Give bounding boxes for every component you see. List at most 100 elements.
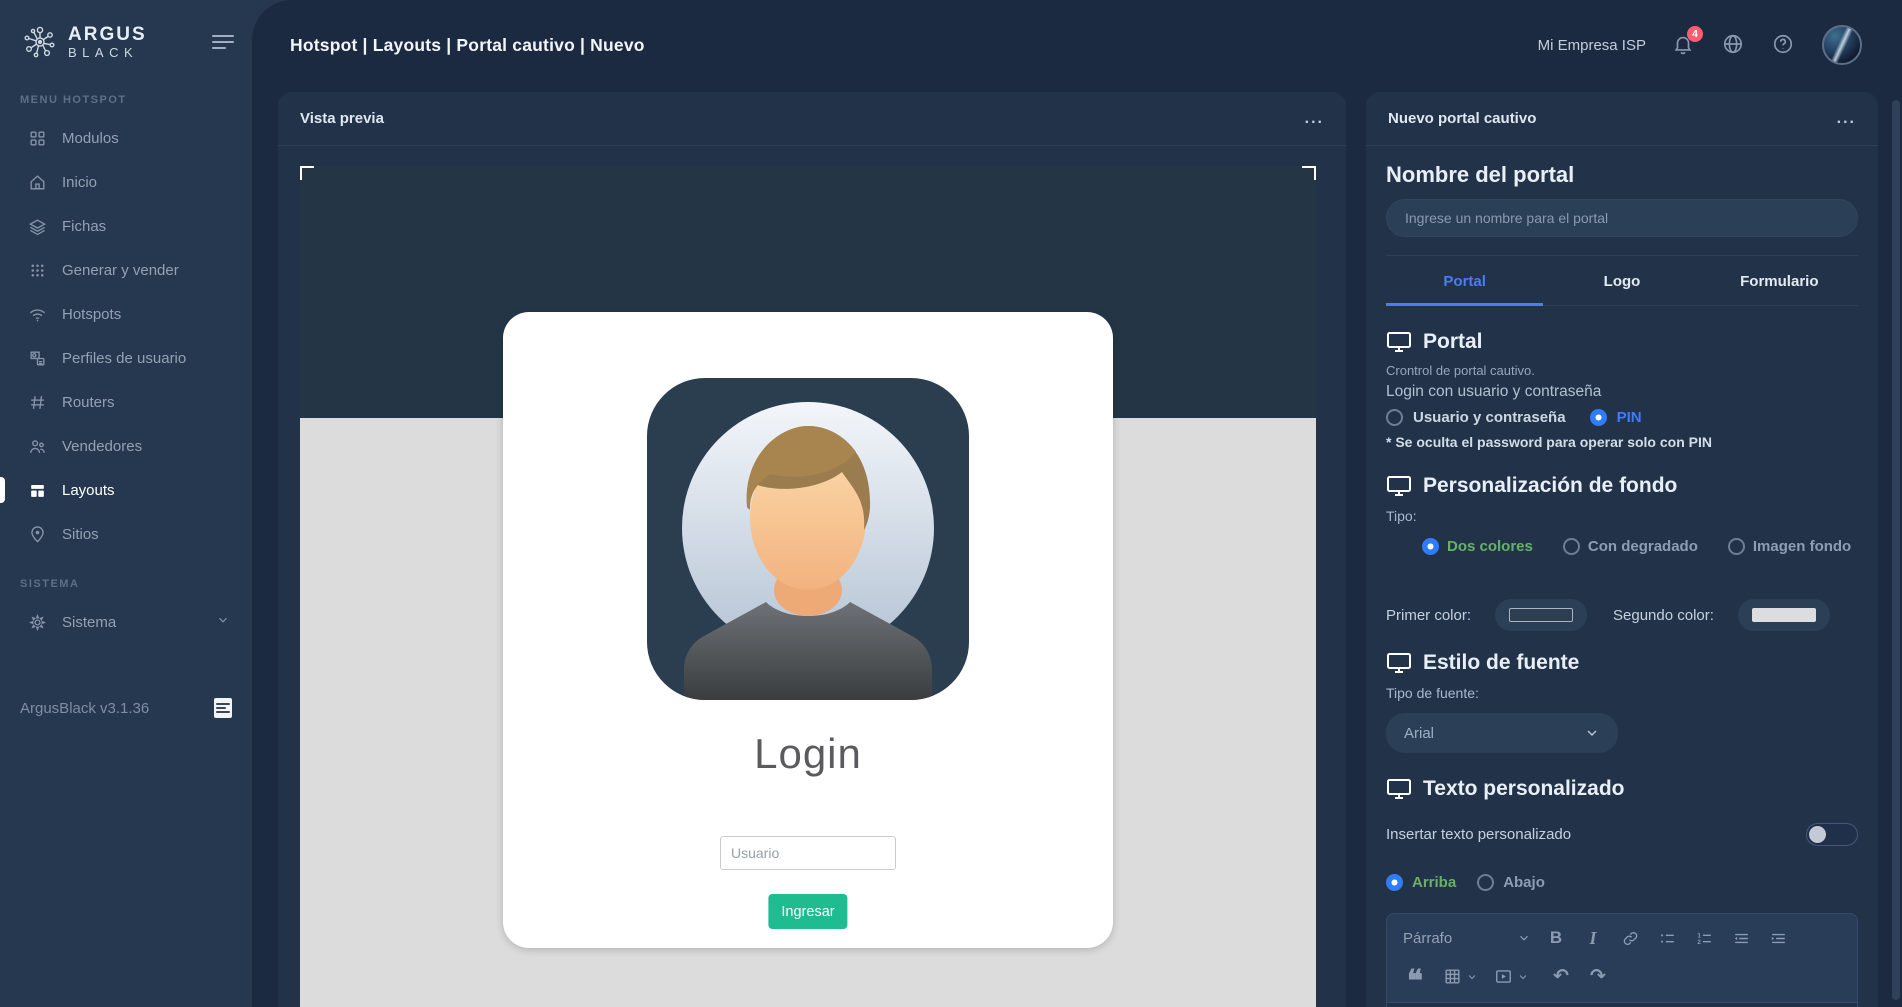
radio-con-degradado-label[interactable]: Con degradado [1588, 538, 1698, 555]
scrollbar[interactable] [1892, 100, 1900, 1000]
login-submit-button[interactable]: Ingresar [768, 894, 847, 929]
sidebar-item-vendedores[interactable]: Vendedores [0, 424, 252, 468]
divider [1386, 255, 1858, 256]
layout-icon [28, 481, 47, 500]
custom-text-toggle-label: Insertar texto personalizado [1386, 826, 1571, 843]
login-avatar-image [647, 378, 969, 700]
frame-corner-top-left [300, 166, 314, 180]
settings-tabs: Portal Logo Formulario [1386, 258, 1858, 306]
bold-button[interactable]: B [1544, 927, 1568, 949]
paragraph-style-value: Párrafo [1403, 930, 1452, 947]
radio-abajo-label[interactable]: Abajo [1503, 874, 1545, 891]
home-icon [28, 173, 47, 192]
pin-note: * Se oculta el password para operar solo… [1386, 434, 1858, 450]
radio-usuario-contrasena[interactable] [1386, 409, 1403, 426]
sidebar-item-modulos[interactable]: Modulos [0, 116, 252, 160]
sidebar-item-label: Hotspots [62, 306, 121, 323]
second-color-swatch [1752, 608, 1816, 622]
sidebar-item-sitios[interactable]: Sitios [0, 512, 252, 556]
sidebar-item-sistema[interactable]: Sistema [0, 600, 252, 644]
paragraph-style-dropdown[interactable]: Párrafo [1403, 930, 1531, 947]
notifications-bell-icon[interactable]: 4 [1672, 33, 1696, 57]
monitor-icon [1386, 330, 1412, 354]
person-avatar-illustration [647, 378, 969, 700]
login-username-input[interactable] [720, 836, 896, 870]
sidebar-item-layouts[interactable]: Layouts [0, 468, 252, 512]
hash-icon [28, 393, 47, 412]
redo-icon[interactable]: ↷ [1586, 965, 1610, 987]
brand-name-top: ARGUS [68, 25, 147, 44]
radio-arriba[interactable] [1386, 874, 1403, 891]
radio-abajo[interactable] [1477, 874, 1494, 891]
radio-usuario-contrasena-label[interactable]: Usuario y contraseña [1413, 409, 1566, 426]
argus-network-logo-icon [22, 24, 58, 60]
radio-arriba-label[interactable]: Arriba [1412, 874, 1456, 891]
portal-name-input[interactable] [1386, 199, 1858, 237]
monitor-icon [1386, 474, 1412, 498]
font-family-select[interactable]: Arial [1386, 713, 1618, 753]
sidebar-item-label: Layouts [62, 482, 115, 499]
first-color-picker[interactable] [1495, 599, 1587, 631]
indent-icon[interactable] [1766, 927, 1790, 949]
app-version: ArgusBlack v3.1.36 [20, 700, 149, 717]
second-color-picker[interactable] [1738, 599, 1830, 631]
italic-button[interactable]: I [1581, 927, 1605, 949]
grid-icon [28, 129, 47, 148]
sidebar-item-generar-y-vender[interactable]: Generar y vender [0, 248, 252, 292]
chevron-down-icon [216, 613, 230, 631]
radio-pin-label[interactable]: PIN [1617, 409, 1642, 426]
sidebar-item-fichas[interactable]: Fichas [0, 204, 252, 248]
tab-logo[interactable]: Logo [1543, 258, 1700, 306]
portal-login-card: Login Ingresar [503, 312, 1113, 948]
editor-content-area[interactable] [1387, 1002, 1857, 1007]
chevron-down-icon[interactable] [1517, 970, 1529, 982]
chevron-down-icon [1584, 725, 1600, 741]
bullet-list-icon[interactable] [1655, 927, 1679, 949]
main-content: Hotspot | Layouts | Portal cautivo | Nue… [252, 0, 1902, 1007]
second-color-label: Segundo color: [1613, 607, 1714, 624]
custom-text-toggle-row: Insertar texto personalizado [1386, 823, 1858, 846]
sidebar-section-sistema: SISTEMA [0, 578, 252, 590]
radio-con-degradado[interactable] [1563, 538, 1580, 555]
help-icon[interactable] [1772, 33, 1796, 57]
radio-dos-colores-label[interactable]: Dos colores [1447, 538, 1533, 555]
login-mode-radio-group: Usuario y contraseña PIN [1386, 409, 1858, 426]
undo-icon[interactable]: ↶ [1549, 965, 1573, 987]
sidebar-collapse-icon[interactable] [208, 27, 238, 57]
chevron-down-icon[interactable] [1466, 970, 1478, 982]
dots-grid-icon [28, 261, 47, 280]
background-section-heading: Personalización de fondo [1386, 474, 1858, 498]
user-avatar[interactable] [1822, 25, 1862, 65]
numbered-list-icon[interactable]: 12 [1692, 927, 1716, 949]
text-position-radio-group: Arriba Abajo [1386, 874, 1858, 891]
top-bar: Hotspot | Layouts | Portal cautivo | Nue… [252, 0, 1902, 90]
table-icon[interactable] [1440, 965, 1464, 987]
sidebar-item-label: Inicio [62, 174, 97, 191]
insert-media-icon[interactable] [1491, 965, 1515, 987]
radio-pin[interactable] [1590, 409, 1607, 426]
monitor-icon [1386, 777, 1412, 801]
sidebar-item-perfiles-de-usuario[interactable]: Perfiles de usuario [0, 336, 252, 380]
wifi-icon [28, 305, 47, 324]
portal-login-caption: Login con usuario y contraseña [1386, 383, 1858, 401]
radio-imagen-fondo-label[interactable]: Imagen fondo [1753, 538, 1851, 555]
sidebar-item-inicio[interactable]: Inicio [0, 160, 252, 204]
radio-dos-colores[interactable] [1422, 538, 1439, 555]
editor-toolbar-row-2: ❝ ↶ ↷ [1387, 949, 1857, 1000]
chevron-down-icon [1517, 931, 1531, 945]
sidebar-item-label: Fichas [62, 218, 106, 235]
blockquote-icon[interactable]: ❝ [1403, 965, 1427, 987]
sidebar-item-routers[interactable]: Routers [0, 380, 252, 424]
font-type-label: Tipo de fuente: [1386, 685, 1858, 701]
layers-icon [28, 217, 47, 236]
custom-text-toggle[interactable] [1806, 823, 1858, 846]
tab-formulario[interactable]: Formulario [1701, 258, 1858, 306]
editor-toolbar-row-1: Párrafo B I 12 [1387, 914, 1857, 949]
tab-portal[interactable]: Portal [1386, 258, 1543, 306]
outdent-icon[interactable] [1729, 927, 1753, 949]
link-icon[interactable] [1618, 927, 1642, 949]
sidebar-item-hotspots[interactable]: Hotspots [0, 292, 252, 336]
language-globe-icon[interactable] [1722, 33, 1746, 57]
radio-imagen-fondo[interactable] [1728, 538, 1745, 555]
portal-preview-frame: Login Ingresar [300, 166, 1316, 1007]
